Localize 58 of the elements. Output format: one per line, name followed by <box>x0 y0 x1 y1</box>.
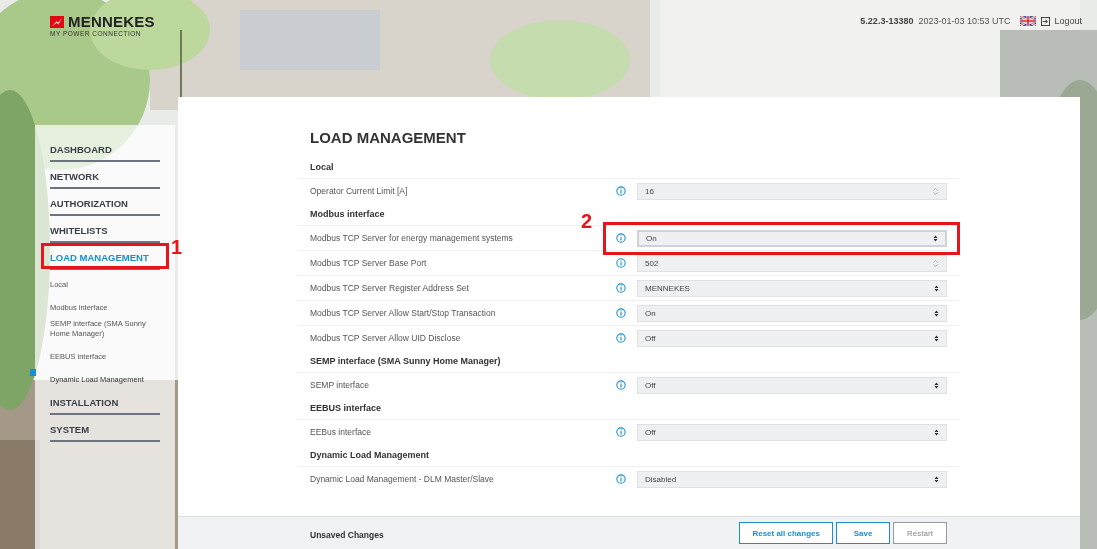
nav-section[interactable]: AUTHORIZATION <box>50 198 128 209</box>
logout-link[interactable]: Logout <box>1041 16 1082 26</box>
setting-label: EEBus interface <box>309 427 372 437</box>
info-icon[interactable] <box>616 427 626 437</box>
firmware-version: 5.22.3-13380 <box>860 16 914 26</box>
info-icon[interactable] <box>616 258 626 268</box>
footer-button[interactable]: Reset all changes <box>739 522 833 544</box>
nav-section[interactable]: NETWORK <box>50 171 100 182</box>
group-heading: EEBUS interface <box>309 402 383 415</box>
number-field[interactable]: 16 <box>637 182 947 200</box>
dropdown-arrows-icon <box>934 309 939 317</box>
info-icon[interactable] <box>616 333 626 343</box>
setting-label: SEMP interface <box>309 380 370 390</box>
info-icon[interactable] <box>616 474 626 484</box>
logout-icon <box>1041 16 1051 26</box>
setting-label: Modbus TCP Server Allow Start/Stop Transaction <box>309 308 497 318</box>
flag-icon[interactable] <box>1020 16 1037 26</box>
group-heading: Dynamic Load Management <box>309 449 431 462</box>
setting-label: Modbus TCP Server Base Port <box>309 258 428 268</box>
date-time: 2023-01-03 10:53 UTC <box>918 16 1011 26</box>
select-field[interactable]: MENNEKES <box>637 279 947 297</box>
select-field[interactable]: Off <box>637 423 947 441</box>
dropdown-arrows-icon <box>934 428 939 436</box>
group-heading: SEMP interface (SMA Sunny Home Manager) <box>309 355 502 368</box>
dropdown-arrows-icon <box>933 234 938 242</box>
info-icon[interactable] <box>616 186 626 196</box>
select-field[interactable]: On <box>637 304 947 322</box>
nav-section[interactable]: INSTALLATION <box>50 397 119 408</box>
annotation-number: 2 <box>581 210 593 231</box>
nav-section[interactable]: SYSTEM <box>50 424 90 435</box>
info-icon[interactable] <box>616 233 626 243</box>
spinner-icon <box>932 186 939 196</box>
info-icon[interactable] <box>616 283 626 293</box>
info-icon[interactable] <box>616 380 626 390</box>
setting-label: Operator Current Limit [A] <box>309 186 409 196</box>
setting-label: Modbus TCP Server Allow UID Disclose <box>309 333 462 343</box>
select-field[interactable]: Disabled <box>637 470 947 488</box>
unsaved-status: Unsaved Changes <box>310 530 384 540</box>
setting-label: Dynamic Load Management - DLM Master/Slave <box>309 474 495 484</box>
setting-label: Modbus TCP Server Register Address Set <box>309 283 470 293</box>
page-title: LOAD MANAGEMENT <box>310 129 467 146</box>
footer-button[interactable]: Save <box>836 522 890 544</box>
annotation-number: 1 <box>170 237 182 257</box>
group-heading: Local <box>309 161 335 174</box>
dropdown-arrows-icon <box>934 334 939 342</box>
setting-label: Modbus TCP Server for energy management systems <box>309 233 514 243</box>
nav-section[interactable]: DASHBOARD <box>50 144 112 155</box>
info-icon[interactable] <box>616 308 626 318</box>
dropdown-arrows-icon <box>934 284 939 292</box>
select-field[interactable]: Off <box>637 376 947 394</box>
dropdown-arrows-icon <box>934 381 939 389</box>
nav-section[interactable]: WHITELISTS <box>50 225 108 236</box>
spinner-icon <box>932 258 939 268</box>
select-field[interactable]: Off <box>637 329 947 347</box>
group-heading: Modbus interface <box>309 208 386 221</box>
brand-name: MENNEKES <box>68 14 155 29</box>
select-field[interactable]: On <box>637 229 947 247</box>
dropdown-arrows-icon <box>934 475 939 483</box>
